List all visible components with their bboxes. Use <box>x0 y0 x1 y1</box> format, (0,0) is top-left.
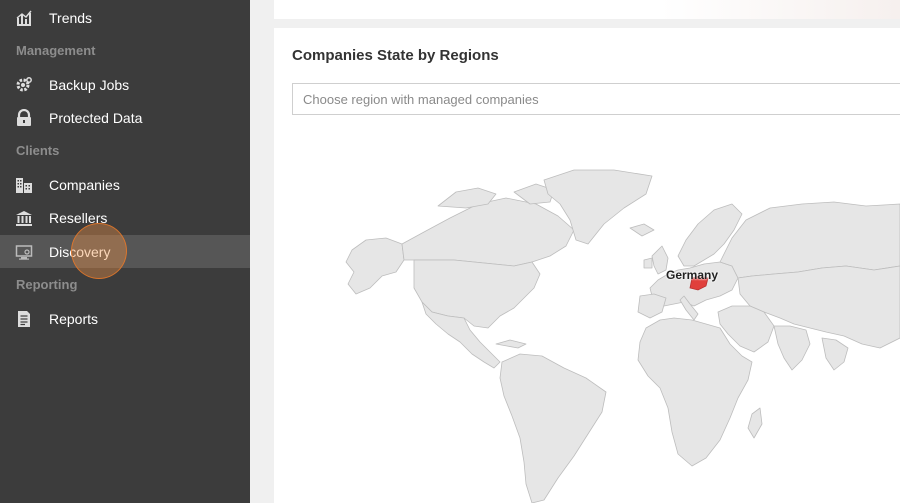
map-region-canada <box>401 197 575 267</box>
section-label-reporting: Reporting <box>16 277 78 292</box>
section-label-clients: Clients <box>16 143 60 158</box>
sidebar: Trends Management Backup Jobs Protected … <box>0 0 250 503</box>
top-panel <box>274 0 900 19</box>
section-label-management: Management <box>16 43 96 58</box>
world-map[interactable] <box>274 148 900 503</box>
map-region-russia <box>719 201 900 279</box>
region-select[interactable]: Choose region with managed companies <box>292 83 900 115</box>
regions-card: Companies State by Regions Choose region… <box>274 28 900 503</box>
sidebar-item-protected-data[interactable]: Protected Data <box>0 101 250 134</box>
sidebar-item-label: Companies <box>49 177 120 193</box>
map-label-germany: Germany <box>666 268 719 282</box>
sidebar-item-label: Reports <box>49 311 99 327</box>
bank-icon <box>15 209 33 227</box>
sidebar-item-companies[interactable]: Companies <box>0 168 250 201</box>
lock-icon <box>15 109 33 127</box>
region-select-placeholder: Choose region with managed companies <box>303 92 539 107</box>
gear-icon <box>15 76 33 94</box>
sidebar-item-discovery[interactable]: Discovery <box>0 235 250 268</box>
sidebar-item-reports[interactable]: Reports <box>0 302 250 335</box>
map-region-ireland <box>643 257 653 269</box>
map-region-iceland <box>629 223 655 237</box>
sidebar-item-trends[interactable]: Trends <box>0 1 250 34</box>
map-region-alaska <box>345 237 405 295</box>
monitor-icon <box>15 243 33 261</box>
map-region-madagascar <box>747 407 763 439</box>
document-icon <box>15 310 33 328</box>
trends-icon <box>15 9 33 27</box>
sidebar-item-label: Trends <box>49 10 93 26</box>
sidebar-item-label: Resellers <box>49 210 108 226</box>
sidebar-item-resellers[interactable]: Resellers <box>0 201 250 234</box>
top-panel-fade <box>660 0 900 19</box>
sidebar-item-label: Backup Jobs <box>49 77 130 93</box>
map-region-india <box>773 325 811 371</box>
map-region-south-america <box>499 353 607 503</box>
map-region-southeast-asia <box>821 337 849 371</box>
map-region-cuba <box>495 339 527 349</box>
sidebar-item-backup-jobs[interactable]: Backup Jobs <box>0 68 250 101</box>
sidebar-item-label: Protected Data <box>49 110 143 126</box>
buildings-icon <box>15 176 33 194</box>
sidebar-item-label: Discovery <box>49 244 111 260</box>
card-title: Companies State by Regions <box>292 47 499 64</box>
map-region-iberia <box>637 293 667 319</box>
